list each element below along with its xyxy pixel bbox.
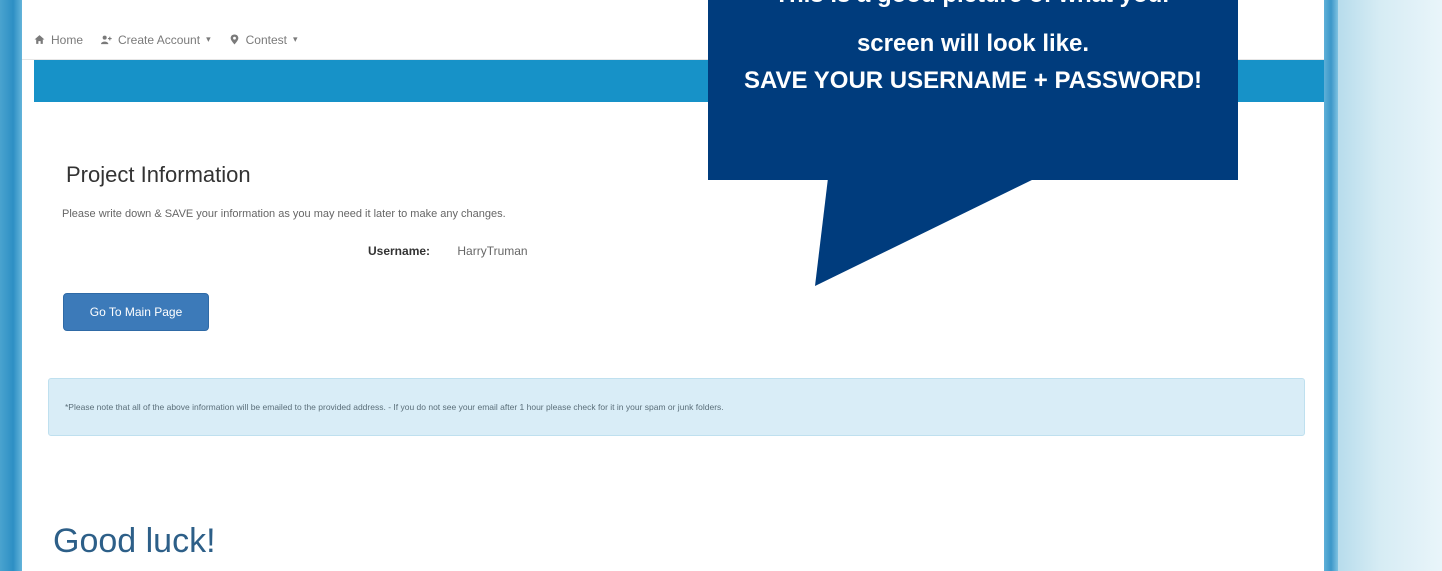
chevron-down-icon: ▾ bbox=[206, 34, 211, 44]
map-marker-icon bbox=[230, 34, 238, 45]
callout-line-0: This is a good picture of what your bbox=[708, 0, 1238, 10]
callout-line-1: screen will look like. bbox=[856, 30, 1090, 57]
add-user-icon bbox=[101, 35, 112, 45]
background-left bbox=[0, 0, 22, 571]
go-to-main-page-button[interactable]: Go To Main Page bbox=[63, 293, 209, 331]
nav-contest[interactable]: Contest ▾ bbox=[229, 33, 298, 47]
nav-contest-label: Contest bbox=[245, 32, 287, 47]
username-value: HarryTruman bbox=[457, 244, 528, 258]
alert-text: *Please note that all of the above infor… bbox=[65, 402, 724, 412]
nav-create-account[interactable]: Create Account ▾ bbox=[101, 33, 211, 47]
username-row: Username: HarryTruman bbox=[368, 244, 528, 258]
chevron-down-icon: ▾ bbox=[292, 34, 298, 44]
nav-home-label: Home bbox=[51, 32, 84, 47]
callout-line-2: SAVE YOUR USERNAME + PASSWORD! bbox=[743, 67, 1203, 94]
window-frame-right bbox=[1324, 0, 1338, 571]
good-luck-heading: Good luck! bbox=[53, 522, 216, 560]
nav-home[interactable]: Home bbox=[34, 33, 83, 47]
nav-create-account-label: Create Account bbox=[118, 32, 201, 47]
background-right bbox=[1338, 0, 1442, 571]
username-label: Username: bbox=[368, 244, 431, 258]
save-info-note: Please write down & SAVE your informatio… bbox=[62, 208, 506, 220]
home-icon bbox=[34, 35, 45, 44]
page-title: Project Information bbox=[66, 162, 251, 187]
email-info-alert: *Please note that all of the above infor… bbox=[48, 378, 1305, 436]
